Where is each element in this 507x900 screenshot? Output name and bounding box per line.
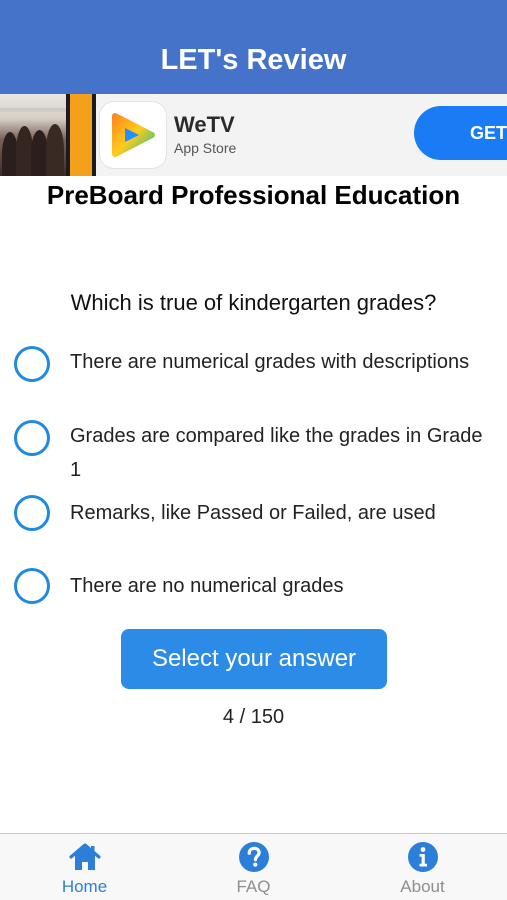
home-icon (68, 843, 101, 870)
ad-store-label: App Store (174, 140, 237, 156)
wetv-play-icon (100, 102, 166, 168)
app-screen: LET's Review WeTV App Store GET PreBoard… (0, 0, 507, 900)
radio-button[interactable] (14, 420, 50, 456)
tab-faq-label: FAQ (236, 877, 271, 896)
answer-option-4[interactable]: There are no numerical grades (14, 568, 494, 608)
answer-option-label: There are numerical grades with descript… (70, 351, 470, 373)
radio-button[interactable] (14, 346, 50, 382)
tab-about[interactable]: About (338, 834, 507, 900)
ad-app-name: WeTV (174, 112, 235, 137)
answer-option-label: Remarks, like Passed or Failed, are used (70, 502, 436, 524)
ad-thumbnail-image (0, 94, 66, 176)
tab-about-label: About (400, 877, 445, 896)
question-text: Which is true of kindergarten grades? (70, 290, 437, 315)
info-circle-icon (407, 842, 438, 872)
tab-faq[interactable]: FAQ (169, 834, 338, 900)
ad-get-button[interactable]: GET (414, 106, 507, 160)
answer-option-1[interactable]: There are numerical grades with descript… (14, 346, 494, 414)
header-bar: LET's Review (0, 0, 507, 94)
tab-home[interactable]: Home (0, 834, 169, 900)
question-progress: 4 / 150 (222, 706, 285, 728)
radio-button[interactable] (14, 495, 50, 531)
subject-title: PreBoard Professional Education (46, 180, 461, 210)
app-title: LET's Review (160, 44, 347, 76)
answer-option-label: Grades are compared like the grades in G… (70, 425, 483, 481)
radio-button[interactable] (14, 568, 50, 604)
select-answer-button[interactable]: Select your answer (121, 629, 387, 689)
ad-banner[interactable]: WeTV App Store GET (0, 94, 507, 176)
tab-bar: Home FAQ About (0, 833, 507, 900)
answer-option-3[interactable]: Remarks, like Passed or Failed, are used (14, 495, 494, 535)
tab-home-label: Home (61, 877, 108, 896)
answer-option-label: There are no numerical grades (70, 575, 344, 597)
question-circle-icon (238, 842, 269, 872)
answer-option-2[interactable]: Grades are compared like the grades in G… (14, 420, 494, 488)
